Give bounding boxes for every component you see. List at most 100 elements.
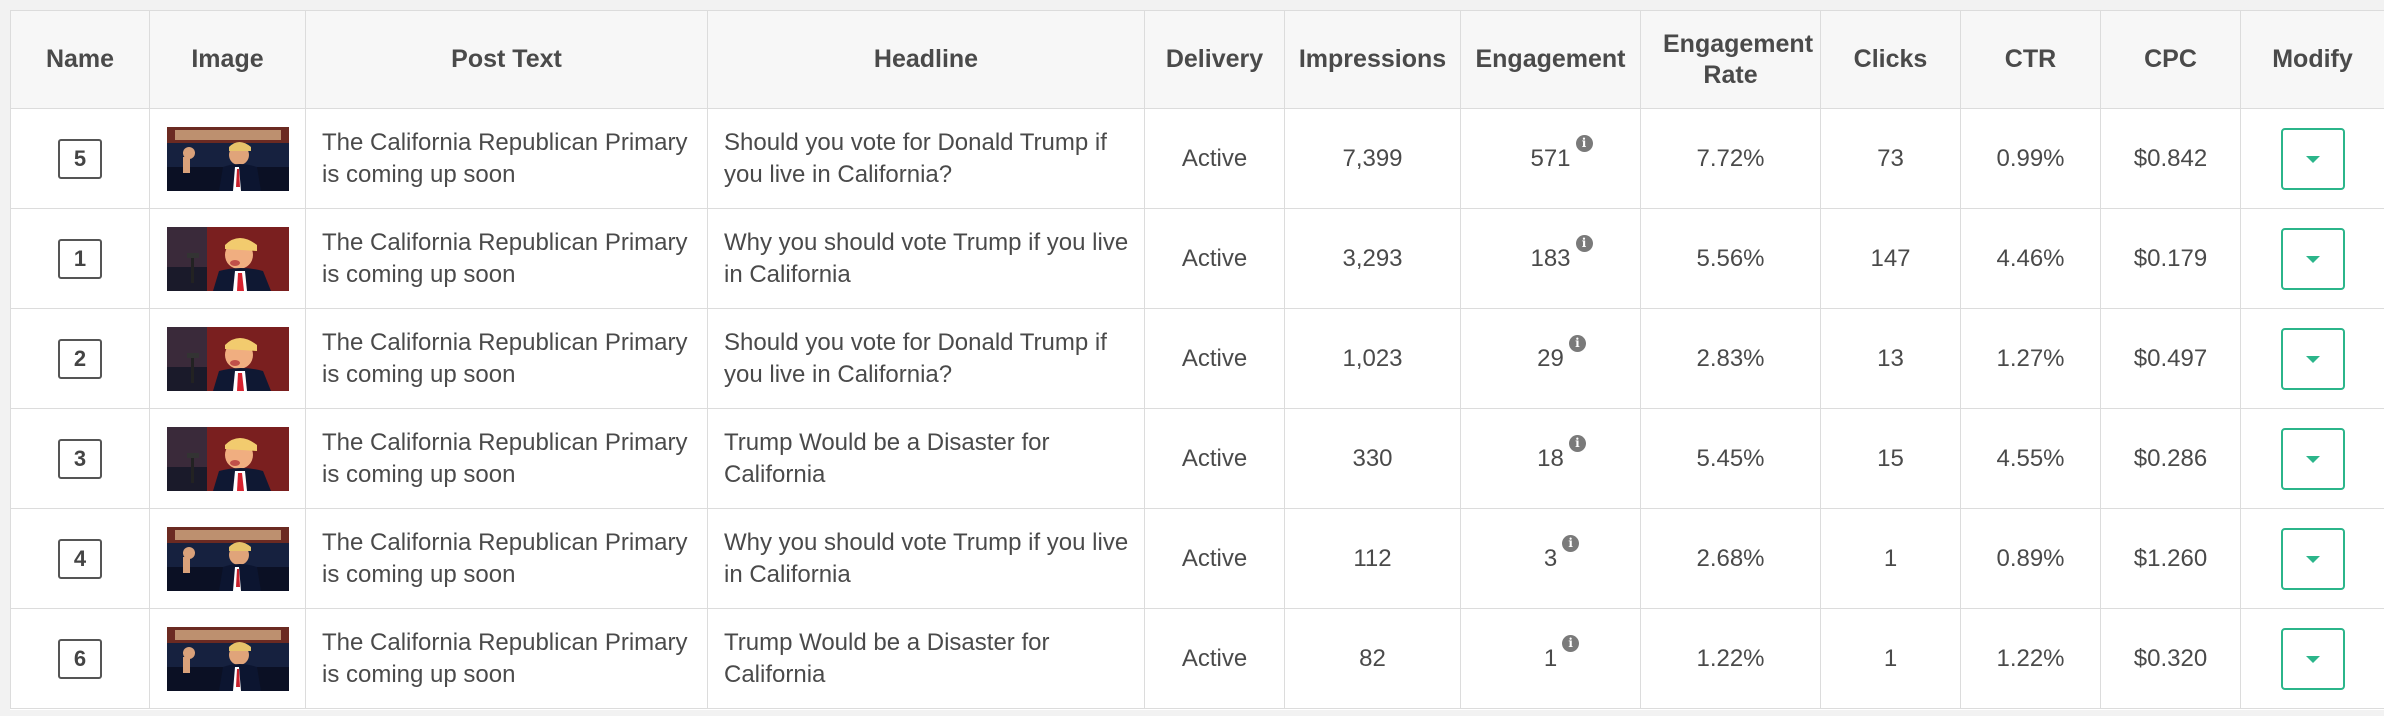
ad-name-badge[interactable]: 6 [58, 638, 102, 679]
headline-cell: Should you vote for Donald Trump if you … [707, 308, 1145, 409]
image-cell [149, 408, 306, 509]
headline-cell: Should you vote for Donald Trump if you … [707, 108, 1145, 209]
modify-cell [2240, 508, 2384, 609]
modify-cell [2240, 308, 2384, 409]
engagement-value: 18 [1537, 444, 1564, 472]
caret-down-icon [2305, 155, 2320, 163]
info-icon[interactable]: i [1575, 234, 1593, 252]
engagement-value: 1 [1543, 644, 1558, 672]
column-header-clicks[interactable]: Clicks [1820, 10, 1961, 109]
table-header-row: Name Image Post Text Headline Delivery I… [10, 10, 2384, 109]
info-icon[interactable]: i [1575, 134, 1593, 152]
impressions-cell: 112 [1284, 508, 1461, 609]
modify-dropdown-button[interactable] [2280, 327, 2345, 390]
engagement-value-wrap: 29 i [1537, 334, 1586, 373]
modify-dropdown-button[interactable] [2280, 127, 2345, 190]
clicks-cell: 13 [1820, 308, 1961, 409]
ctr-cell: 0.99% [1960, 108, 2101, 209]
ad-image-speaker-icon [166, 326, 289, 391]
table-row: 5 The California Republican Primary is c… [10, 108, 2384, 209]
modify-cell [2240, 108, 2384, 209]
image-cell [149, 308, 306, 409]
cpc-cell: $0.179 [2100, 208, 2241, 309]
info-icon[interactable]: i [1568, 334, 1586, 352]
engagement-rate-cell: 5.45% [1640, 408, 1821, 509]
column-header-post-text[interactable]: Post Text [305, 10, 708, 109]
delivery-cell: Active [1144, 608, 1285, 709]
engagement-cell: 183 i [1460, 208, 1641, 309]
engagement-cell: 571 i [1460, 108, 1641, 209]
modify-cell [2240, 608, 2384, 709]
caret-down-icon [2305, 355, 2320, 363]
ctr-cell: 1.27% [1960, 308, 2101, 409]
engagement-cell: 3i [1460, 508, 1641, 609]
modify-dropdown-button[interactable] [2280, 227, 2345, 290]
engagement-cell: 18 i [1460, 408, 1641, 509]
name-cell: 5 [10, 108, 150, 209]
delivery-cell: Active [1144, 308, 1285, 409]
column-header-engagement-rate[interactable]: Engagement Rate [1640, 10, 1821, 109]
headline-cell: Why you should vote Trump if you live in… [707, 208, 1145, 309]
cpc-cell: $1.260 [2100, 508, 2241, 609]
caret-down-icon [2305, 455, 2320, 463]
clicks-cell: 147 [1820, 208, 1961, 309]
engagement-value-wrap: 1i [1543, 634, 1580, 673]
engagement-cell: 29 i [1460, 308, 1641, 409]
image-cell [149, 108, 306, 209]
column-header-impressions[interactable]: Impressions [1284, 10, 1461, 109]
image-cell [149, 508, 306, 609]
cpc-cell: $0.842 [2100, 108, 2241, 209]
post-text-cell: The California Republican Primary is com… [305, 508, 708, 609]
headline-cell: Trump Would be a Disaster for California [707, 608, 1145, 709]
column-header-headline[interactable]: Headline [707, 10, 1145, 109]
impressions-cell: 330 [1284, 408, 1461, 509]
ad-image-crowd-icon [166, 626, 289, 691]
cpc-cell: $0.320 [2100, 608, 2241, 709]
engagement-rate-cell: 7.72% [1640, 108, 1821, 209]
ctr-cell: 1.22% [1960, 608, 2101, 709]
info-icon[interactable]: i [1562, 534, 1580, 552]
ctr-cell: 0.89% [1960, 508, 2101, 609]
clicks-cell: 73 [1820, 108, 1961, 209]
column-header-cpc[interactable]: CPC [2100, 10, 2241, 109]
ad-name-badge[interactable]: 2 [58, 338, 102, 379]
name-cell: 1 [10, 208, 150, 309]
column-header-delivery[interactable]: Delivery [1144, 10, 1285, 109]
ad-name-badge[interactable]: 3 [58, 438, 102, 479]
ad-name-badge[interactable]: 4 [58, 538, 102, 579]
engagement-rate-cell: 5.56% [1640, 208, 1821, 309]
ad-image-crowd-icon [166, 126, 289, 191]
column-header-engagement[interactable]: Engagement [1460, 10, 1641, 109]
modify-dropdown-button[interactable] [2280, 627, 2345, 690]
caret-down-icon [2305, 255, 2320, 263]
impressions-cell: 7,399 [1284, 108, 1461, 209]
ad-image-crowd-icon [166, 526, 289, 591]
post-text-cell: The California Republican Primary is com… [305, 308, 708, 409]
image-cell [149, 608, 306, 709]
ads-table: Name Image Post Text Headline Delivery I… [10, 10, 2384, 709]
engagement-rate-cell: 1.22% [1640, 608, 1821, 709]
post-text-cell: The California Republican Primary is com… [305, 408, 708, 509]
column-header-image[interactable]: Image [149, 10, 306, 109]
column-header-ctr[interactable]: CTR [1960, 10, 2101, 109]
ads-table-container: Name Image Post Text Headline Delivery I… [10, 10, 2384, 710]
headline-cell: Trump Would be a Disaster for California [707, 408, 1145, 509]
ad-name-badge[interactable]: 1 [58, 238, 102, 279]
engagement-value-wrap: 18 i [1537, 434, 1586, 473]
name-cell: 3 [10, 408, 150, 509]
ad-name-badge[interactable]: 5 [58, 138, 102, 179]
info-icon[interactable]: i [1568, 434, 1586, 452]
headline-cell: Why you should vote Trump if you live in… [707, 508, 1145, 609]
clicks-cell: 15 [1820, 408, 1961, 509]
info-icon[interactable]: i [1562, 634, 1580, 652]
column-header-name[interactable]: Name [10, 10, 150, 109]
impressions-cell: 1,023 [1284, 308, 1461, 409]
engagement-value: 183 [1530, 244, 1571, 272]
name-cell: 4 [10, 508, 150, 609]
modify-cell [2240, 208, 2384, 309]
modify-dropdown-button[interactable] [2280, 427, 2345, 490]
clicks-cell: 1 [1820, 608, 1961, 709]
modify-dropdown-button[interactable] [2280, 527, 2345, 590]
name-cell: 6 [10, 608, 150, 709]
engagement-rate-cell: 2.83% [1640, 308, 1821, 409]
